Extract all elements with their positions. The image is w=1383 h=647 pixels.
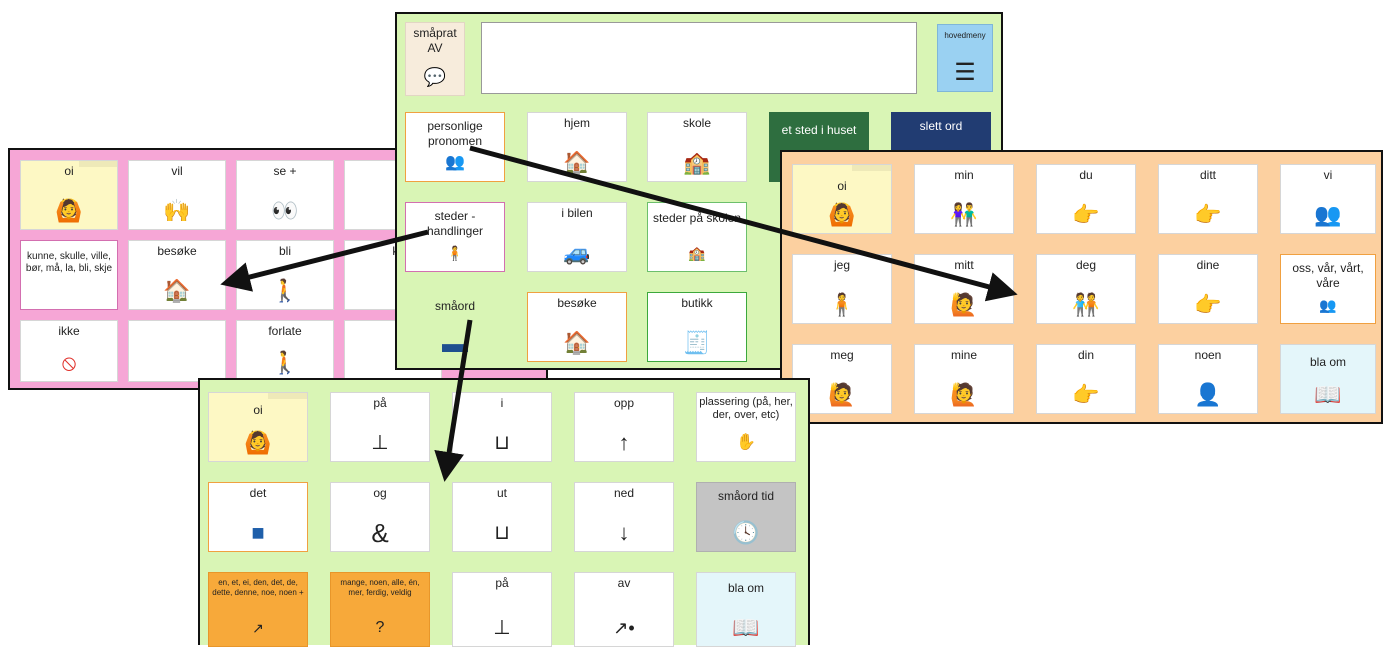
opp-button[interactable]: opp ↑ [574,392,674,462]
two-faces-icon: 👥 [1314,202,1342,227]
no-icon: ⦸ [61,350,77,375]
chat-bubbles-icon: 💬 [423,67,447,87]
person-icon: 🙆 [55,198,83,223]
hovedmeny-button[interactable]: hovedmeny ☰ [937,24,993,92]
noen-button[interactable]: noen 👤 [1158,344,1258,414]
forlate-button[interactable]: forlate 🚶 [236,320,334,382]
self-person-icon: 🙋 [950,292,978,317]
din-button[interactable]: din 👉 [1036,344,1136,414]
steder-pa-skolen-button[interactable]: steder på skolen 🏫 [647,202,747,272]
pa-button[interactable]: på ⊥ [330,392,430,462]
ikke-button[interactable]: ikke ⦸ [20,320,118,382]
vi-button[interactable]: vi 👥 [1280,164,1376,234]
head-arrow-icon: 👤 [1194,382,1222,407]
se-button[interactable]: se + 👀 [236,160,334,230]
hands-icon: 🙌 [163,198,191,223]
ned-button[interactable]: ned ↓ [574,482,674,552]
modal-verbs-button[interactable]: kunne, skulle, ville, bør, må, la, bli, … [20,240,118,310]
bla-om-smaord-button[interactable]: bla om 📖 [696,572,796,647]
skole-button[interactable]: skole 🏫 [647,112,747,182]
book-icon: 📖 [1314,382,1342,407]
people-action-icon: 🧍 [446,245,464,261]
person-icon: 🙆 [244,430,272,455]
leave-house-icon: 🚶 [271,350,299,375]
self-person-icon: 🙋 [950,382,978,407]
mitt-button[interactable]: mitt 🙋 [914,254,1014,324]
du-button[interactable]: du 👉 [1036,164,1136,234]
steder-handlinger-button[interactable]: steder - handlinger 🧍 [405,202,505,272]
out-symbol-icon: ⊔ [494,522,510,544]
house-icon: 🏠 [563,150,591,175]
oi-button[interactable]: oi 🙆 [20,160,118,230]
smaord-button[interactable]: småord ▬ [405,292,505,362]
car-icon: 🚙 [563,240,591,265]
clock-icon: 🕓 [732,520,760,545]
og-button[interactable]: og & [330,482,430,552]
two-faces-icon: 👥 [1319,297,1337,313]
dine-button[interactable]: dine 👉 [1158,254,1258,324]
determiners-button[interactable]: en, et, ei, den, det, de, dette, denne, … [208,572,308,647]
min-button[interactable]: min 👫 [914,164,1014,234]
plassering-button[interactable]: plassering (på, her, der, over, etc) ✋ [696,392,796,462]
two-people-pointing-icon: 🧑‍🤝‍🧑 [1072,292,1100,317]
two-people-icon: 👫 [950,202,978,227]
det-button[interactable]: det ■ [208,482,308,552]
eyes-icon: 👀 [271,198,299,223]
self-person-icon: 🧍 [828,292,856,317]
pointing-hand-icon: 👉 [1072,382,1100,407]
pointing-hand-icon: 👉 [1194,292,1222,317]
jeg-button[interactable]: jeg 🧍 [792,254,892,324]
butikk-button[interactable]: butikk 🧾 [647,292,747,362]
arrow-square-icon: ↗ [252,620,264,636]
ampersand-icon: & [371,518,389,548]
av-button[interactable]: av ↗• [574,572,674,647]
message-text-box[interactable] [481,22,917,94]
oi-pronoun-button[interactable]: oi 🙆 [792,164,892,234]
empty-button[interactable] [128,320,226,382]
book-icon: 📖 [732,615,760,640]
arrow-up-icon: ↑ [618,430,630,455]
house-person-icon: 🏠 [163,278,191,303]
quantifiers-button[interactable]: mange, noen, alle, én, mer, ferdig, veld… [330,572,430,647]
question-dots-icon: ? [375,619,385,636]
blue-square-icon: ■ [251,520,265,545]
i-button[interactable]: i ⊔ [452,392,552,462]
people-group-icon: 👥 [445,154,465,171]
smaord-tid-button[interactable]: småord tid 🕓 [696,482,796,552]
vil-button[interactable]: vil 🙌 [128,160,226,230]
on-symbol-icon: ⊥ [493,617,511,639]
dash-icon: ▬ [442,328,468,358]
in-symbol-icon: ⊔ [494,432,510,454]
oss-var-button[interactable]: oss, vår, vårt, våre 👥 [1280,254,1376,324]
school-icon: 🏫 [683,150,711,175]
hand-placing-icon: ✋ [736,434,756,451]
hjem-button[interactable]: hjem 🏠 [527,112,627,182]
arrow-dot-icon: ↗• [613,618,635,638]
pa-bottom-button[interactable]: på ⊥ [452,572,552,647]
hamburger-menu-icon: ☰ [954,59,976,86]
arrow-down-icon: ↓ [618,520,630,545]
pointing-hand-icon: 👉 [1072,202,1100,227]
person-dog-icon: 🚶 [271,278,299,303]
oi-smaord-button[interactable]: oi 🙆 [208,392,308,462]
smaprat-button[interactable]: småprat AV 💬 [405,22,465,96]
house-person-icon: 🏠 [563,330,591,355]
mine-button[interactable]: mine 🙋 [914,344,1014,414]
receipt-icon: 🧾 [683,330,711,355]
person-icon: 🙆 [828,202,856,227]
besoke-main-button[interactable]: besøke 🏠 [527,292,627,362]
on-symbol-icon: ⊥ [371,432,389,454]
pointing-hand-icon: 👉 [1194,202,1222,227]
ditt-button[interactable]: ditt 👉 [1158,164,1258,234]
deg-button[interactable]: deg 🧑‍🤝‍🧑 [1036,254,1136,324]
ut-button[interactable]: ut ⊔ [452,482,552,552]
besoke-button[interactable]: besøke 🏠 [128,240,226,310]
bli-button[interactable]: bli 🚶 [236,240,334,310]
i-bilen-button[interactable]: i bilen 🚙 [527,202,627,272]
pronouns-board-panel: oi 🙆 min 👫 du 👉 ditt 👉 vi 👥 jeg 🧍 mitt 🙋… [780,150,1383,424]
personlige-pronomen-button[interactable]: personlige pronomen 👥 [405,112,505,182]
small-words-board-panel: oi 🙆 på ⊥ i ⊔ opp ↑ plassering (på, her,… [198,378,810,647]
school-building-icon: 🏫 [688,245,706,261]
bla-om-pronoun-button[interactable]: bla om 📖 [1280,344,1376,414]
